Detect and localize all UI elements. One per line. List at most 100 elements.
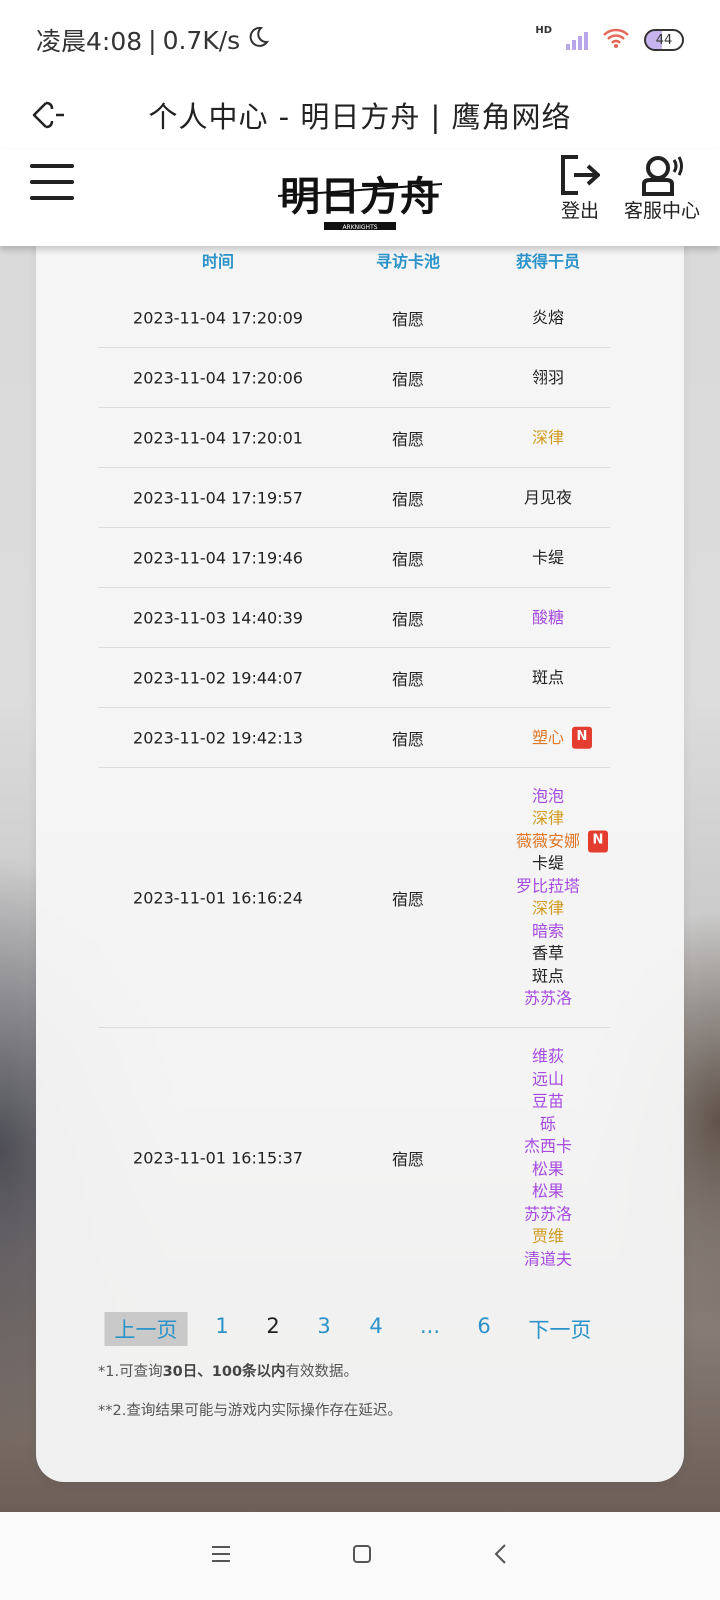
headset-icon — [642, 156, 683, 196]
operator-label: 月见夜 — [523, 487, 573, 507]
status-divider: | — [148, 25, 157, 55]
row-time: 2023-11-04 17:20:01 — [133, 428, 303, 447]
row-time: 2023-11-04 17:19:57 — [133, 488, 303, 507]
back-icon[interactable] — [30, 95, 90, 135]
operator-name: 卡缇 — [532, 853, 564, 876]
status-bar: 凌晨4:08 | 0.7K/s HD 44 — [0, 0, 720, 80]
operator-name: 香草 — [532, 943, 564, 966]
operator-label: 薇薇安娜 — [515, 831, 581, 850]
note-2: **2.查询结果可能与游戏内实际操作存在延迟。 — [98, 1403, 402, 1419]
signal-icon — [566, 30, 588, 50]
table-row: 2023-11-01 16:16:24 宿愿 泡泡 深律 薇薇安娜 N 卡缇 罗比菈塔 深律 暗索… — [98, 768, 610, 1028]
row-pool: 宿愿 — [391, 729, 425, 749]
operator-name: 豆苗 — [532, 1091, 564, 1114]
new-badge: N — [572, 726, 593, 749]
header-pool: 寻访卡池 — [375, 252, 441, 271]
operator-name: 暗索 — [532, 920, 564, 943]
logout-icon — [561, 155, 600, 195]
operator-name: 杰西卡 — [524, 1136, 572, 1159]
row-pool: 宿愿 — [391, 309, 425, 329]
row-operators: 卡缇 — [532, 546, 564, 569]
row-time: 2023-11-04 17:20:06 — [133, 368, 303, 387]
hd-label: HD — [535, 24, 552, 36]
operator-label: 斑点 — [531, 667, 565, 687]
row-operators: 泡泡 深律 薇薇安娜 N 卡缇 罗比菈塔 深律 暗索 香草 斑点 苏苏洛 — [515, 785, 609, 1011]
operator-name: 酸糖 — [532, 606, 564, 629]
row-pool: 宿愿 — [391, 889, 425, 909]
operator-name: 罗比菈塔 — [516, 875, 580, 898]
back-nav-icon[interactable] — [491, 1542, 511, 1570]
operator-name: 贾维 — [532, 1226, 564, 1249]
recent-apps-icon[interactable] — [209, 1544, 233, 1568]
operator-label: 松果 — [531, 1181, 565, 1201]
row-operators: 酸糖 — [532, 606, 564, 629]
operator-name: 清道夫 — [524, 1248, 572, 1271]
home-icon[interactable] — [350, 1542, 374, 1570]
logo-text: 明日方舟 — [280, 173, 440, 220]
pagination: 上一页 1 2 3 4 ... 6 下一页 — [36, 1312, 684, 1352]
row-pool: 宿愿 — [391, 549, 425, 569]
operator-name: 薇薇安娜 N — [515, 830, 609, 853]
operator-label: 斑点 — [531, 966, 565, 985]
operator-label: 泡泡 — [531, 786, 565, 805]
row-operators: 维荻 远山 豆苗砾杰西卡 松果 松果 苏苏洛 贾维 清道夫 — [524, 1046, 572, 1271]
header-operators: 获得干员 — [515, 252, 581, 271]
row-time: 2023-11-03 14:40:39 — [133, 608, 303, 627]
operator-label: 远山 — [531, 1069, 565, 1088]
next-page-button[interactable]: 下一页 — [519, 1312, 602, 1346]
row-pool: 宿愿 — [391, 669, 425, 689]
row-time: 2023-11-01 16:15:37 — [133, 1148, 303, 1168]
operator-name: 远山 — [532, 1068, 564, 1091]
operator-name: 塑心 N — [531, 726, 593, 749]
operator-name: 翎羽 — [532, 366, 564, 389]
table-row: 2023-11-02 19:44:07 宿愿 斑点 — [98, 648, 610, 708]
row-time: 2023-11-04 17:19:46 — [133, 548, 303, 567]
operator-label: 翎羽 — [531, 367, 565, 387]
operator-name: 炎熔 — [532, 306, 564, 329]
operator-label: 塑心 — [531, 727, 565, 747]
page-ellipsis: ... — [419, 1314, 441, 1338]
row-operators: 炎熔 — [532, 306, 564, 329]
operator-label: 香草 — [531, 943, 565, 963]
logo-subtext: ARKNIGHTS — [342, 224, 377, 231]
prev-page-button[interactable]: 上一页 — [104, 1312, 188, 1346]
row-operators: 塑心 N — [531, 726, 593, 749]
row-pool: 宿愿 — [391, 1150, 425, 1169]
operator-name: 斑点 — [532, 965, 564, 988]
row-time: 2023-11-01 16:16:24 — [133, 888, 303, 907]
logout-label: 登出 — [560, 200, 599, 222]
logout-button[interactable]: 登出 — [560, 154, 600, 223]
operator-label: 深律 — [531, 427, 565, 447]
operator-label: 深律 — [531, 808, 565, 828]
operator-label: 卡缇 — [531, 547, 565, 567]
row-time: 2023-11-02 19:44:07 — [133, 668, 303, 687]
page-4[interactable]: 4 — [359, 1312, 392, 1340]
page-title: 个人中心 - 明日方舟 | 鹰角网络 — [148, 100, 572, 134]
operator-name: 苏苏洛 — [524, 988, 572, 1011]
operator-label: 罗比菈塔 — [515, 876, 581, 895]
status-speed: 0.7K/s — [162, 25, 241, 55]
table-header: 时间 寻访卡池 获得干员 — [98, 248, 610, 280]
arknights-logo[interactable]: 明日方舟 ARKNIGHTS — [277, 154, 443, 240]
operator-name: 苏苏洛 — [524, 1203, 572, 1226]
operator-label: 苏苏洛 — [523, 1204, 573, 1223]
table-row: 2023-11-04 17:20:06 宿愿 翎羽 — [98, 348, 610, 408]
page-2-current: 2 — [266, 1314, 280, 1338]
operator-name: 泡泡 — [532, 785, 564, 808]
page-3[interactable]: 3 — [307, 1312, 340, 1340]
customer-service-button[interactable]: 客服中心 — [624, 154, 700, 223]
page-1[interactable]: 1 — [205, 1312, 238, 1340]
menu-icon[interactable] — [30, 164, 74, 200]
row-operators: 深律 — [532, 426, 564, 449]
operator-label: 松果 — [531, 1159, 565, 1178]
row-pool: 宿愿 — [391, 369, 425, 389]
page-6[interactable]: 6 — [467, 1312, 500, 1340]
operator-label: 卡缇 — [531, 853, 565, 873]
table-row: 2023-11-04 17:19:46 宿愿 卡缇 — [98, 528, 610, 588]
service-label: 客服中心 — [624, 200, 701, 222]
moon-icon — [246, 25, 270, 55]
row-pool: 宿愿 — [391, 609, 425, 629]
operator-name: 月见夜 — [524, 486, 572, 509]
operator-name: 斑点 — [532, 666, 564, 689]
table-row: 2023-11-03 14:40:39 宿愿 酸糖 — [98, 588, 610, 648]
